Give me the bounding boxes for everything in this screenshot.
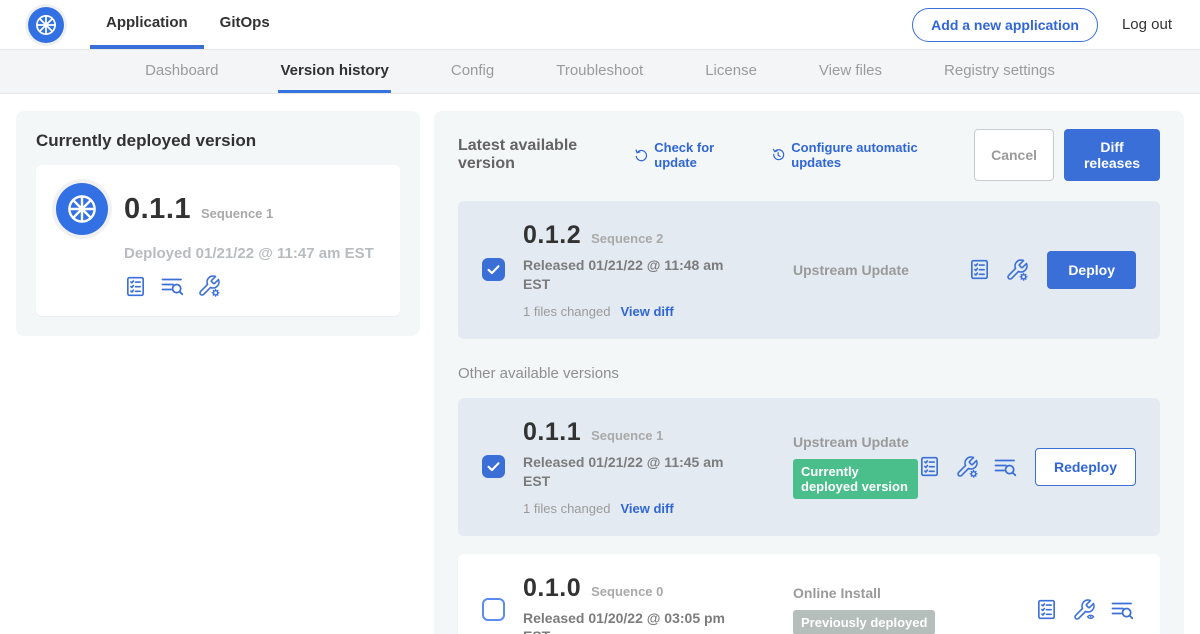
version-row-0-1-2: 0.1.2 Sequence 2 Released 01/21/22 @ 11:… [458,201,1160,339]
tab-gitops[interactable]: GitOps [204,0,286,49]
latest-available-header: Latest available version Check for updat… [458,129,1160,181]
config-icon[interactable] [918,455,941,478]
released-timestamp: Released 01/21/22 @ 11:48 am EST [523,256,731,294]
version-number: 0.1.0 [523,574,581,603]
files-changed-label: 1 files changed [523,304,610,319]
version-source-label: Upstream Update [793,434,918,450]
tab-license[interactable]: License [703,50,759,93]
tab-license-label: License [705,62,757,79]
diff-releases-button[interactable]: Diff releases [1064,129,1160,181]
tab-application-label: Application [106,14,188,31]
released-timestamp: Released 01/20/22 @ 03:05 pm EST [523,609,731,634]
app-logo[interactable] [28,0,64,49]
previously-deployed-badge: Previously deployed [793,610,935,634]
tab-troubleshoot-label: Troubleshoot [556,62,643,79]
tab-view-files[interactable]: View files [817,50,884,93]
tab-registry-settings[interactable]: Registry settings [942,50,1057,93]
currently-deployed-panel: Currently deployed version 0.1.1 Sequenc… [16,111,420,336]
checkmark-icon [485,261,502,278]
tab-config[interactable]: Config [449,50,496,93]
currently-deployed-card: 0.1.1 Sequence 1 Deployed 01/21/22 @ 11:… [36,165,400,316]
preflight-icon[interactable] [197,274,221,298]
config-icon[interactable] [1035,598,1058,621]
main-content: Currently deployed version 0.1.1 Sequenc… [0,94,1200,634]
version-number: 0.1.1 [523,418,581,447]
preflight-view-icon[interactable] [1072,598,1096,622]
checkmark-icon [485,458,502,475]
tab-application[interactable]: Application [90,0,204,49]
tab-dashboard[interactable]: Dashboard [143,50,220,93]
other-versions-title: Other available versions [458,365,1160,382]
version-source-label: Upstream Update [793,262,968,278]
deploy-logs-icon[interactable] [993,455,1017,479]
version-row-0-1-0: 0.1.0 Sequence 0 Released 01/20/22 @ 03:… [458,554,1160,634]
sequence-label: Sequence 2 [591,231,663,246]
top-nav-right: Add a new application Log out [912,0,1172,49]
check-for-update-link[interactable]: Check for update [634,140,749,170]
deployed-sequence-label: Sequence 1 [201,206,273,221]
cancel-button[interactable]: Cancel [974,129,1054,181]
tab-registry-settings-label: Registry settings [944,62,1055,79]
kubernetes-icon [28,7,64,43]
currently-deployed-title: Currently deployed version [36,131,400,151]
add-application-button[interactable]: Add a new application [912,8,1098,42]
tab-dashboard-label: Dashboard [145,62,218,79]
configure-automatic-updates-label: Configure automatic updates [791,140,952,170]
version-checkbox[interactable] [482,455,505,478]
refresh-icon [634,147,648,163]
available-versions-panel: Latest available version Check for updat… [434,111,1184,634]
version-row-0-1-1: 0.1.1 Sequence 1 Released 01/21/22 @ 11:… [458,398,1160,536]
logout-link[interactable]: Log out [1122,16,1172,33]
tab-view-files-label: View files [819,62,882,79]
version-checkbox[interactable] [482,258,505,281]
deploy-button[interactable]: Deploy [1047,251,1136,289]
configure-automatic-updates-link[interactable]: Configure automatic updates [771,140,952,170]
top-navbar: Application GitOps Add a new application… [0,0,1200,50]
app-sub-navbar: Dashboard Version history Config Trouble… [0,50,1200,94]
currently-deployed-badge: Currently deployed version [793,459,918,499]
sequence-label: Sequence 0 [591,584,663,599]
version-checkbox[interactable] [482,598,505,621]
view-diff-link[interactable]: View diff [620,501,673,516]
released-timestamp: Released 01/21/22 @ 11:45 am EST [523,453,731,491]
tab-config-label: Config [451,62,494,79]
kubernetes-app-icon [56,183,108,235]
redeploy-button[interactable]: Redeploy [1035,448,1136,486]
tab-version-history-label: Version history [280,62,388,79]
tab-version-history[interactable]: Version history [278,50,390,93]
tab-gitops-label: GitOps [220,14,270,31]
check-for-update-label: Check for update [654,140,749,170]
deploy-logs-icon[interactable] [160,274,184,298]
top-nav-tabs: Application GitOps [90,0,286,49]
deployed-timestamp: Deployed 01/21/22 @ 11:47 am EST [124,245,380,262]
preflight-icon[interactable] [955,455,979,479]
preflight-icon[interactable] [1005,258,1029,282]
sequence-label: Sequence 1 [591,428,663,443]
version-source-label: Online Install [793,585,1035,601]
config-icon[interactable] [124,275,147,298]
latest-available-title: Latest available version [458,137,620,173]
view-diff-link[interactable]: View diff [620,304,673,319]
tab-troubleshoot[interactable]: Troubleshoot [554,50,645,93]
version-number: 0.1.2 [523,221,581,250]
deploy-logs-icon[interactable] [1110,598,1134,622]
auto-update-icon [771,147,785,163]
files-changed-label: 1 files changed [523,501,610,516]
config-icon[interactable] [968,258,991,281]
deployed-version-number: 0.1.1 [124,193,191,226]
